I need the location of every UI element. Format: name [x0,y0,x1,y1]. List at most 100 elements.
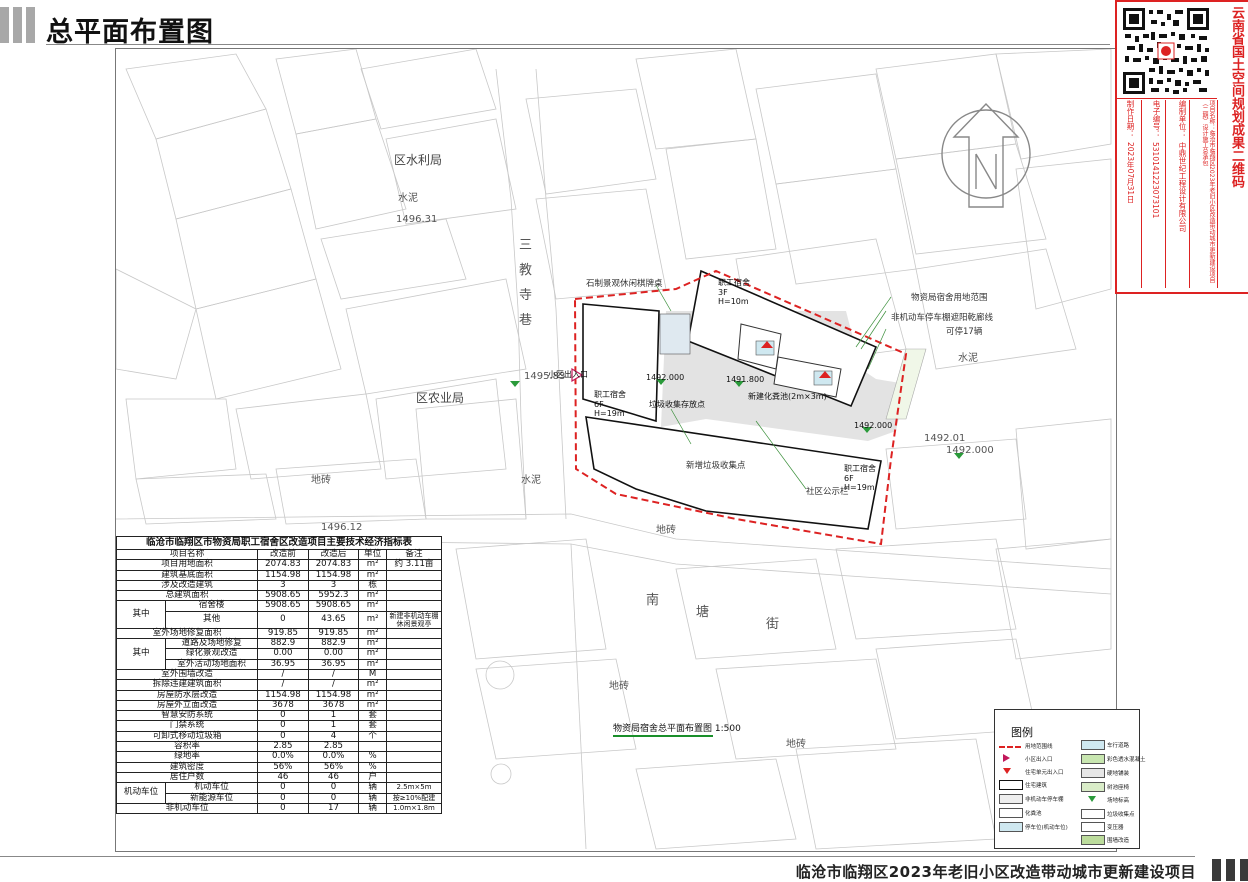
header-decor-bar [26,7,35,43]
annotation-label: 非机动车停车棚遮阳乾廊线 [891,313,994,323]
table-row: 新能源车位 0 0 辆按≥10%配建 [117,792,442,804]
map-label: 地砖 [656,525,676,536]
legend-swatch [999,780,1023,790]
stamp-title: 云南省国土空间规划成果二维码 [1229,6,1244,188]
site-label: 垃圾收集存放点 [649,400,705,409]
elevation-label: 1492.000 [646,373,685,382]
table-row: 机动车位 机动车位 0 0 辆 2.5m×5m [115,782,442,804]
qr-code-icon [1121,6,1211,96]
table-header-cell: 改造前 [257,548,309,561]
legend-swatch [999,742,1021,748]
map-label: 巷 [519,313,533,328]
map-label: 水泥 [958,353,978,364]
legend-item: 围墙改造 [1107,838,1130,844]
legend-item: 变压器 [1107,825,1124,831]
stamp-divider [1165,100,1166,288]
legend-swatch [1081,768,1105,778]
header-decor-bar [13,7,22,43]
building-label: 职工宿舍 6F H=19m [594,390,626,418]
map-label: 地砖 [311,475,331,486]
map-label: 1492.000 [946,445,994,456]
legend-title: 图例 [1011,726,1033,739]
legend-item: 小区出入口 [1025,757,1053,763]
table-row: 室外场地修复面积 919.85 919.85 m² [115,627,442,640]
map-label: 1496.31 [396,214,438,225]
footer-decor-bar [1240,859,1248,881]
map-label: 寺 [519,288,533,303]
map-label: 1492.01 [924,433,966,444]
legend-item: 住宅建筑 [1025,783,1048,789]
table-row: 容积率 2.85 2.85 [115,741,442,753]
table-row: 项目用地面积 2074.83 2074.83 m² 约 3.11亩 [115,559,442,571]
title-divider [46,44,1110,45]
legend-item: 场地标高 [1107,798,1130,804]
table-row: 其中 宿舍楼 5908.65 5908.65 m² [115,600,442,629]
legend-item: 车行道路 [1107,743,1130,749]
table-row: 其他 0 43.65 m² 新建非机动车棚休闲景观亭 [117,610,442,629]
map-label: 三 [519,238,533,253]
annotation-label: 社区公示栏 [806,487,849,497]
map-label: 南 [646,593,660,608]
legend-item: 停车位(机动车位) [1025,825,1068,831]
legend-item: 非机动车停车棚 [1025,797,1064,803]
map-label: 街 [766,617,780,632]
table-row: 非机动车位 0 17 辆 1.0m×1.8m [115,802,442,815]
elevation-label: 1492.000 [854,421,893,430]
map-label: 区水利局 [394,153,443,167]
map-legend: 图例 用地范围线 小区出入口 住宅单元出入口 住宅建筑 非机动车停车棚 化粪池 … [994,709,1146,849]
annotation-label: 新增垃圾收集点 [686,461,746,471]
table-row: 房屋防水层改造 1154.98 1154.98 m² [115,689,442,701]
stamp-divider [1141,100,1142,288]
table-row: 门禁系统 0 1 套 [115,720,442,732]
legend-item: 硬地铺装 [1107,771,1130,777]
stamp-unit-label: 编制单位： [1178,100,1187,138]
legend-item: 树池座椅 [1107,785,1130,791]
annotation-label: 可停17辆 [946,327,983,337]
table-header-cell: 单位 [358,548,387,561]
legend-item: 用地范围线 [1025,744,1053,750]
annotation-label: 石制景观休闲棋牌桌 [586,279,663,289]
stamp-date-label: 制作日期： [1126,100,1135,138]
table-row: 可卸式移动垃圾箱 0 4 个 [115,730,442,743]
legend-swatch [1081,740,1105,750]
plan-title: 物资局宿舍总平面布置图 1:500 [613,724,741,734]
legend-item: 垃圾收集点 [1107,812,1135,818]
header-decor-bar [0,7,9,43]
header-bar: 总平面布置图 [0,0,1110,48]
stamp-project: 项目名称：临沧市临翔区2023年老旧小区改造带动城市更新建设项目（二期）设计施工… [1201,100,1215,284]
legend-item: 住宅单元出入口 [1025,770,1064,776]
map-label: 水泥 [521,475,541,486]
table-row: 室外活动场地面积 36.95 36.95 m² [117,658,442,670]
map-label: 地砖 [786,739,806,750]
elevation-marker-icon [1088,796,1096,802]
map-label: 区农业局 [416,391,465,405]
stamp-date: 2023年07月31日 [1126,142,1135,203]
site-label: 新建化粪池(2m×3m) [748,392,827,401]
table-row: 绿地率 0.0% 0.0%% [115,751,442,763]
table-title: 临沧市临翔区市物资局职工宿舍区改造项目主要技术经济指标表 [116,536,442,550]
legend-swatch [999,822,1023,832]
annotation-label: 物资局宿舍用地范围 [911,293,988,303]
table-row: 总建筑面积 5908.65 5952.3 m² [115,590,442,602]
building-label: 职工宿舍 6F H=19m [844,464,876,492]
legend-item: 化粪池 [1025,811,1042,817]
stamp-code: 5310141223073101 [1151,142,1160,219]
legend-swatch [1081,835,1105,845]
entrance-icon [1003,754,1010,762]
footer-decor-bar [1212,859,1221,881]
legend-swatch [999,808,1023,818]
footer-decor-bar [1226,859,1235,881]
table-header-cell: 改造后 [307,548,360,561]
legend-swatch [1081,782,1105,792]
table-row: 拆除违建建筑面积 / / m² [115,679,442,691]
stamp-code-label: 电子编号： [1152,100,1161,138]
table-row: 建筑密度 56% 56%% [115,761,442,773]
footer-decor [1204,855,1248,882]
planning-qr-stamp: 云南省国土空间规划成果二维码 项目名称：临沧市临翔区2023年老旧小区改造带动城… [1115,0,1248,294]
entrance-label: 小区出入口 [548,370,588,379]
map-label: 水泥 [398,193,418,204]
stamp-unit: 中鼎世纪工程设计有限公司 [1178,142,1187,232]
legend-swatch [1081,809,1105,819]
map-label: 塘 [696,605,710,620]
stamp-divider [1117,98,1217,99]
